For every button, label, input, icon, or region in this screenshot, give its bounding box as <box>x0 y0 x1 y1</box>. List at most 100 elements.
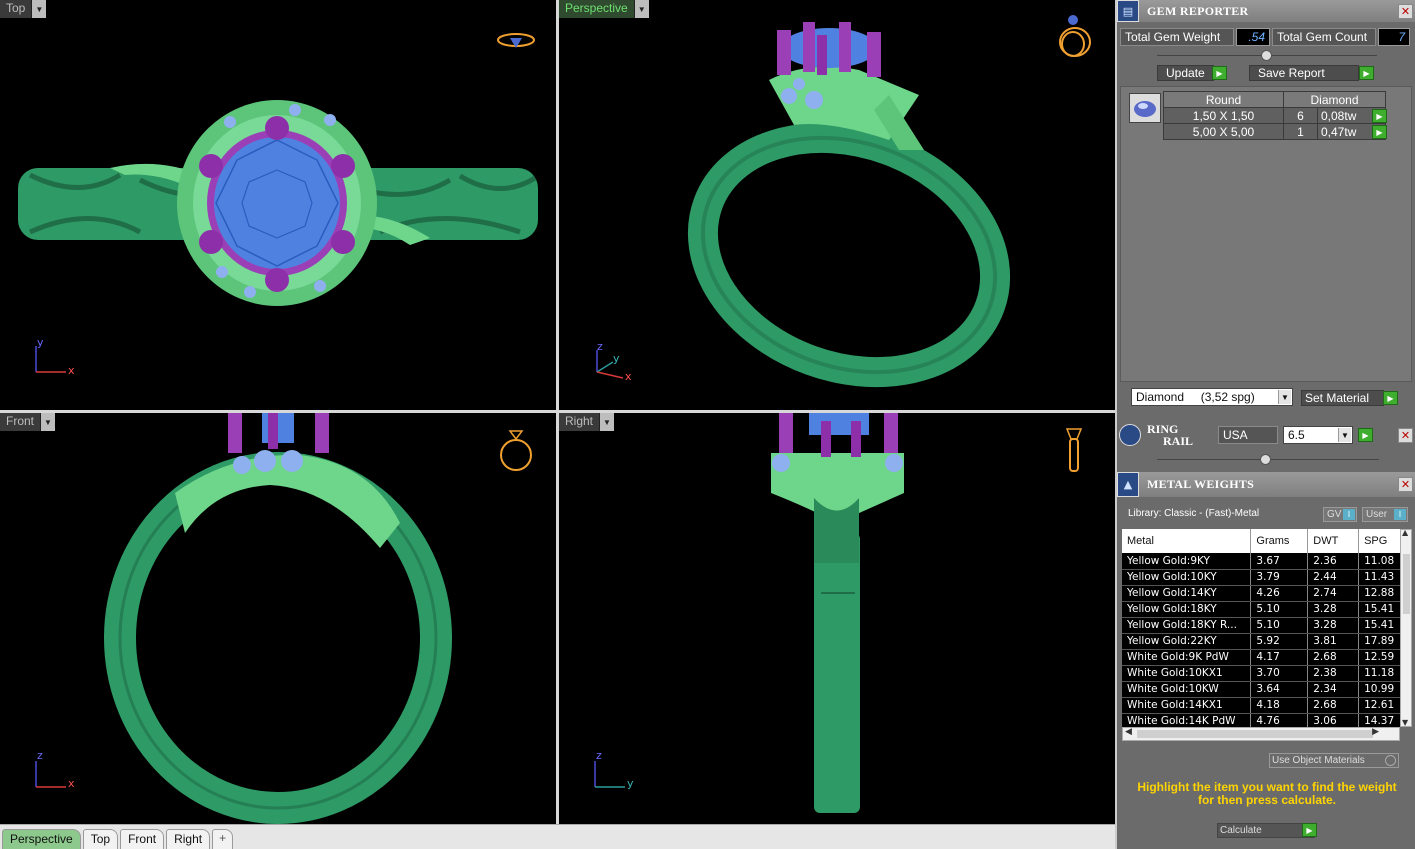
gv-toggle[interactable]: GV I <box>1323 507 1357 522</box>
set-material-button[interactable]: Set Material <box>1301 390 1384 406</box>
table-row[interactable]: Yellow Gold:22KY 5.92 3.81 17.89 <box>1122 633 1400 650</box>
close-icon[interactable]: ✕ <box>1398 428 1413 443</box>
viewport-top-label: Top <box>0 0 33 18</box>
ring-size-select[interactable]: 6.5 ▼ <box>1283 426 1353 444</box>
ring-size-region[interactable]: USA <box>1218 426 1278 444</box>
table-row[interactable]: Yellow Gold:9KY 3.67 2.36 11.08 <box>1122 553 1400 570</box>
table-row[interactable]: White Gold:14KX1 4.18 2.68 12.61 <box>1122 697 1400 714</box>
set-material-go-icon[interactable]: ▶ <box>1383 391 1398 405</box>
gem-reporter-header: ▤ GEM REPORTER ✕ <box>1117 0 1415 22</box>
viewport-top[interactable]: Top ▼ y x <box>0 0 556 410</box>
gem-reporter-title: GEM REPORTER <box>1147 3 1249 18</box>
ring-rail-slider-knob[interactable] <box>1260 454 1271 465</box>
tab-perspective[interactable]: Perspective <box>2 829 81 849</box>
metal-name: White Gold:14KX1 <box>1122 697 1252 714</box>
tab-right[interactable]: Right <box>166 829 211 849</box>
table-row[interactable]: Yellow Gold:18KY R... 5.10 3.28 15.41 <box>1122 617 1400 634</box>
gem-thumbnail-icon[interactable] <box>1129 93 1161 123</box>
metal-grams: 4.76 <box>1250 713 1309 727</box>
viewport-label-front[interactable]: Front ▼ <box>0 413 56 431</box>
column-header-dwt[interactable]: DWT <box>1307 529 1360 553</box>
use-object-materials-toggle[interactable]: Use Object Materials <box>1269 753 1399 768</box>
close-icon[interactable]: ✕ <box>1398 3 1413 19</box>
gem-size: 5,00 X 5,00 <box>1163 123 1284 140</box>
viewport-label-top[interactable]: Top ▼ <box>0 0 47 18</box>
tab-top[interactable]: Top <box>82 829 119 849</box>
user-toggle[interactable]: User I <box>1362 507 1408 522</box>
chevron-down-icon[interactable]: ▼ <box>634 0 649 18</box>
column-header-metal[interactable]: Metal <box>1122 529 1252 553</box>
ring-front-view <box>104 413 452 824</box>
ring-navigator-icon[interactable] <box>1059 423 1089 477</box>
tab-front[interactable]: Front <box>120 829 165 849</box>
save-report-button[interactable]: Save Report <box>1249 65 1359 81</box>
calculate-go-icon[interactable]: ▶ <box>1302 823 1317 837</box>
column-header-grams[interactable]: Grams <box>1250 529 1309 553</box>
metal-dwt: 3.81 <box>1307 633 1360 650</box>
metal-weights-icon: ▲ <box>1117 472 1139 497</box>
calculate-select[interactable]: Calculate <box>1217 823 1315 838</box>
table-row[interactable]: 1,50 X 1,50 6 0,08tw <box>1163 107 1386 124</box>
gem-material-select[interactable]: Diamond (3,52 spg) ▼ <box>1131 388 1293 406</box>
close-icon[interactable]: ✕ <box>1398 477 1413 492</box>
metal-dwt: 2.36 <box>1307 553 1360 570</box>
table-row[interactable]: White Gold:10KW 3.64 2.34 10.99 <box>1122 681 1400 698</box>
gem-row-go-icon[interactable]: ▶ <box>1372 125 1387 139</box>
metal-name: Yellow Gold:14KY <box>1122 585 1252 602</box>
column-header-spg[interactable]: SPG <box>1358 529 1400 553</box>
update-button[interactable]: Update <box>1157 65 1214 81</box>
metal-spg: 12.59 <box>1358 649 1400 666</box>
viewport-right-label: Right <box>559 413 601 431</box>
ring-navigator-icon[interactable] <box>496 425 536 473</box>
add-tab-icon[interactable]: + <box>212 829 234 849</box>
gem-material-select-value: Diamond (3,52 spg) <box>1136 390 1255 404</box>
gem-cut-header: Round <box>1163 91 1284 108</box>
chevron-down-icon[interactable]: ▼ <box>1278 390 1291 404</box>
metal-dwt: 2.68 <box>1307 697 1360 714</box>
update-go-icon[interactable]: ▶ <box>1212 66 1227 80</box>
calculate-label: Calculate <box>1220 825 1262 836</box>
gv-toggle-label: GV <box>1327 509 1342 520</box>
ring-perspective-view <box>687 22 1011 388</box>
metal-table-vertical-scrollbar[interactable]: ▲ ▼ <box>1400 528 1412 727</box>
viewport-perspective[interactable]: Perspective ▼ z y x <box>559 0 1115 410</box>
ring-navigator-icon[interactable] <box>1055 12 1095 60</box>
metal-name: White Gold:9K PdW <box>1122 649 1252 666</box>
ring-navigator-icon[interactable] <box>496 30 536 52</box>
metal-weights-title: METAL WEIGHTS <box>1147 477 1255 491</box>
metal-spg: 15.41 <box>1358 601 1400 618</box>
total-gem-weight-value: .54 <box>1236 28 1270 46</box>
table-row[interactable]: Yellow Gold:18KY 5.10 3.28 15.41 <box>1122 601 1400 618</box>
viewport-label-perspective[interactable]: Perspective ▼ <box>559 0 649 18</box>
axis-x-label: x <box>68 777 75 790</box>
chevron-down-icon[interactable]: ▼ <box>1338 428 1351 442</box>
metal-name: White Gold:14K PdW <box>1122 713 1252 727</box>
viewport-front[interactable]: Front ▼ z x <box>0 413 556 824</box>
metal-spg: 17.89 <box>1358 633 1400 650</box>
ring-rail-go-icon[interactable]: ▶ <box>1358 428 1373 442</box>
viewport-splitter-horizontal[interactable] <box>0 410 1115 413</box>
panel-slider-knob[interactable] <box>1261 50 1272 61</box>
metal-name: Yellow Gold:9KY <box>1122 553 1252 570</box>
table-row[interactable]: White Gold:14K PdW 4.76 3.06 14.37 <box>1122 713 1400 727</box>
table-row[interactable]: Yellow Gold:10KY 3.79 2.44 11.43 <box>1122 569 1400 586</box>
chevron-down-icon[interactable]: ▼ <box>32 0 47 18</box>
metal-dwt: 2.38 <box>1307 665 1360 682</box>
gem-row-go-icon[interactable]: ▶ <box>1372 109 1387 123</box>
axis-y-label: y <box>627 777 634 790</box>
save-report-go-icon[interactable]: ▶ <box>1359 66 1374 80</box>
chevron-down-icon[interactable]: ▼ <box>41 413 56 431</box>
metal-dwt: 2.68 <box>1307 649 1360 666</box>
chevron-down-icon[interactable]: ▼ <box>600 413 615 431</box>
ring-rail-icon <box>1119 424 1141 446</box>
viewport-label-right[interactable]: Right ▼ <box>559 413 615 431</box>
table-row[interactable]: 5,00 X 5,00 1 0,47tw <box>1163 123 1386 140</box>
metal-spg: 14.37 <box>1358 713 1400 727</box>
viewport-right[interactable]: Right ▼ z y <box>559 413 1115 824</box>
table-row[interactable]: White Gold:9K PdW 4.17 2.68 12.59 <box>1122 649 1400 666</box>
table-row[interactable]: Yellow Gold:14KY 4.26 2.74 12.88 <box>1122 585 1400 602</box>
table-row[interactable]: White Gold:10KX1 3.70 2.38 11.18 <box>1122 665 1400 682</box>
axis-z-label: z <box>597 340 603 353</box>
metal-weights-hint: Highlight the item you want to find the … <box>1137 780 1397 807</box>
metal-table-horizontal-scrollbar[interactable]: ◀ ▶ <box>1122 727 1400 741</box>
